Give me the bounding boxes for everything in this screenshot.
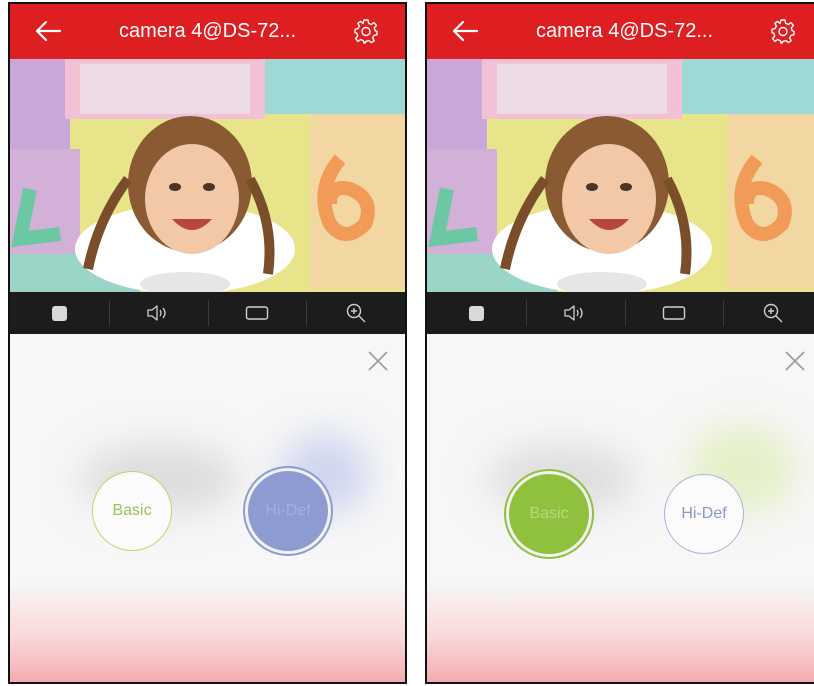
zoom-in-icon [346,303,366,323]
stop-button[interactable] [427,292,526,334]
stop-icon [51,305,67,321]
gear-icon[interactable] [770,18,796,44]
camera-title: camera 4@DS-72... [118,20,297,42]
window-icon [662,306,686,320]
window-mode-button[interactable] [624,292,724,334]
basic-quality-button[interactable]: Basic [92,471,172,551]
window-icon [245,306,269,320]
zoom-in-icon [763,303,783,323]
basic-quality-label: Basic [112,502,152,519]
hidef-quality-label: Hi-Def [681,505,727,522]
audio-button[interactable] [525,292,625,334]
camera-feed-image [10,59,405,292]
window-mode-button[interactable] [207,292,307,334]
live-video-view[interactable] [427,59,814,292]
back-arrow-icon[interactable] [451,19,479,43]
basic-quality-label: Basic [529,505,569,522]
camera-feed-image [427,59,814,292]
gear-icon[interactable] [353,18,379,44]
header-bar: camera 4@DS-72... [427,4,814,59]
hidef-quality-button[interactable]: Hi-Def [664,474,744,554]
quality-panel: Basic Hi-Def [10,334,405,682]
zoom-button[interactable] [723,292,814,334]
speaker-icon [147,305,166,321]
phone-screen-right: camera 4@DS-72... Basic Hi-Def [425,2,814,684]
camera-title: camera 4@DS-72... [535,20,714,42]
stop-button[interactable] [10,292,109,334]
stop-icon [468,305,484,321]
zoom-button[interactable] [306,292,405,334]
audio-button[interactable] [108,292,208,334]
hidef-quality-button[interactable]: Hi-Def [248,471,328,551]
back-arrow-icon[interactable] [34,19,62,43]
player-toolbar [10,292,405,334]
quality-panel: Basic Hi-Def [427,334,814,682]
close-icon[interactable] [784,350,806,372]
phone-screen-left: camera 4@DS-72... Basic Hi-Def [8,2,407,684]
basic-quality-button[interactable]: Basic [509,474,589,554]
speaker-icon [564,305,583,321]
close-icon[interactable] [367,350,389,372]
live-video-view[interactable] [10,59,405,292]
hidef-quality-label: Hi-Def [265,502,311,519]
player-toolbar [427,292,814,334]
header-bar: camera 4@DS-72... [10,4,405,59]
